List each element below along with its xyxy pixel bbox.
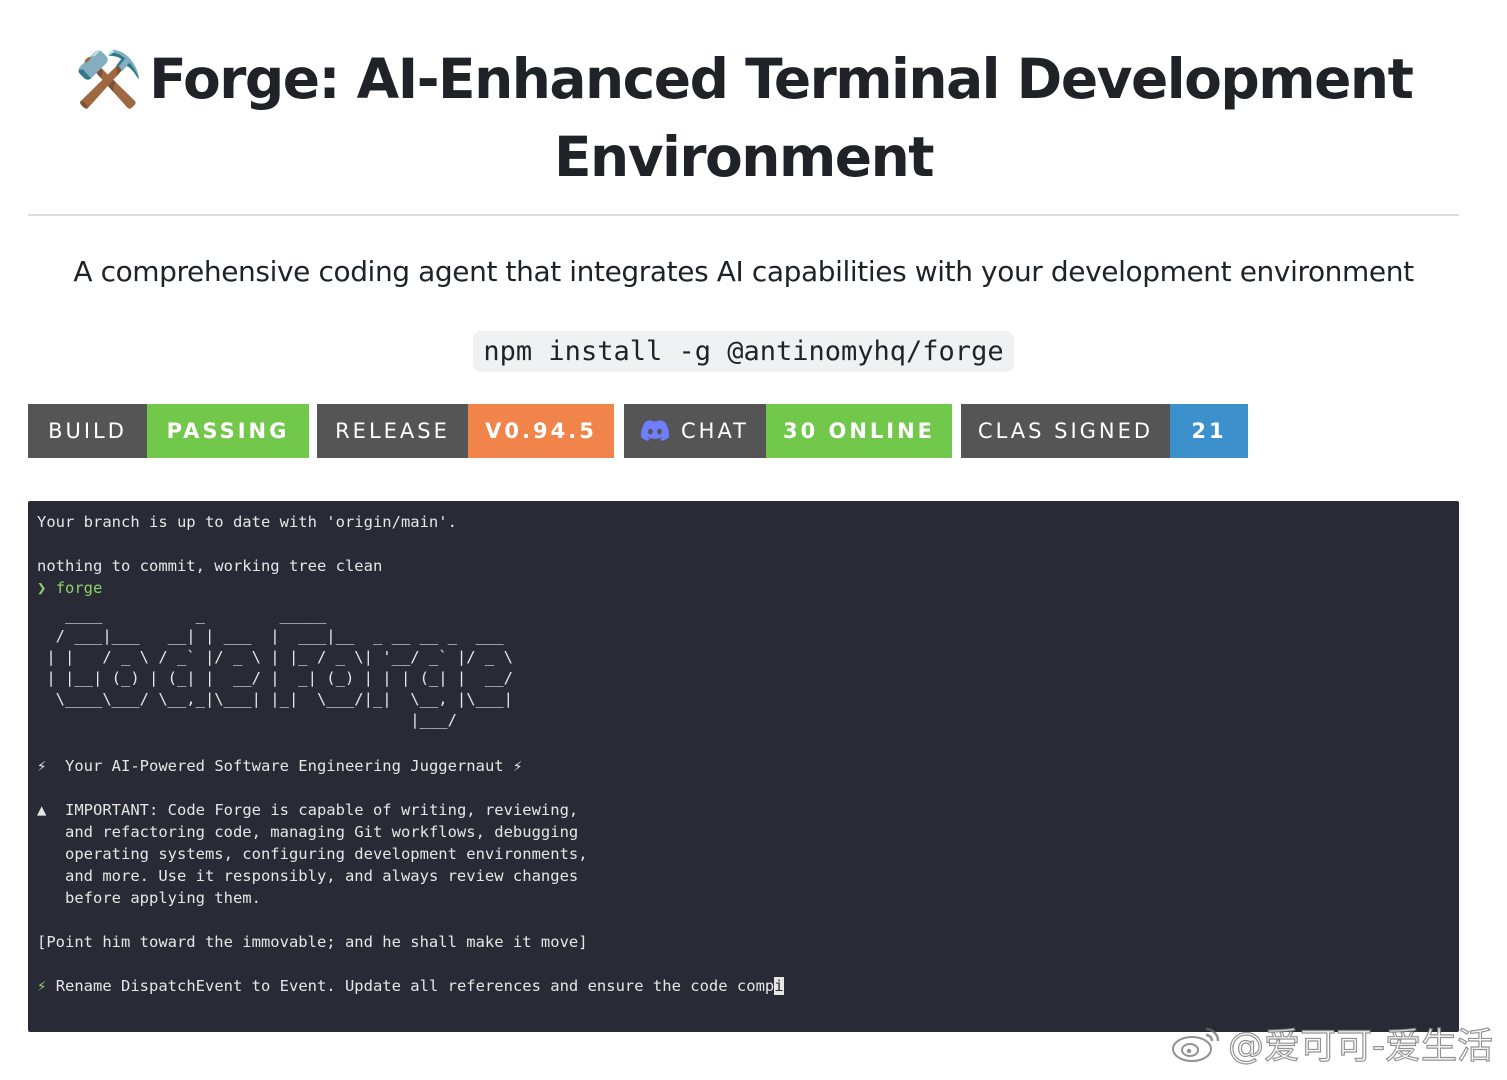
chat-badge[interactable]: CHAT 30 ONLINE — [624, 404, 952, 458]
cla-badge[interactable]: CLAS SIGNED 21 — [961, 404, 1248, 458]
title-divider — [28, 214, 1459, 216]
terminal-important-line-3: operating systems, configuring developme… — [37, 843, 588, 865]
terminal-important-line-1: ▲ IMPORTANT: Code Forge is capable of wr… — [37, 799, 578, 821]
important-text-1: IMPORTANT: Code Forge is capable of writ… — [65, 801, 579, 819]
prompt-chevron-icon: ❯ — [37, 579, 47, 597]
terminal-important-line-2: and refactoring code, managing Git workf… — [37, 821, 578, 843]
cla-badge-value: 21 — [1170, 404, 1248, 458]
terminal-input-line[interactable]: ⚡ Rename DispatchEvent to Event. Update … — [37, 975, 784, 997]
terminal-important-line-5: before applying them. — [37, 887, 261, 909]
build-badge-value: PASSING — [147, 404, 309, 458]
chat-badge-value: 30 ONLINE — [766, 404, 952, 458]
chat-badge-label-wrap: CHAT — [624, 404, 766, 458]
build-badge-label: BUILD — [28, 404, 147, 458]
install-command-block: npm install -g @antinomyhq/forge — [28, 331, 1459, 372]
input-lightning-icon: ⚡ — [37, 977, 47, 995]
project-description: A comprehensive coding agent that integr… — [73, 255, 1414, 288]
terminal-window: Your branch is up to date with 'origin/m… — [28, 501, 1459, 1032]
terminal-input-text: Rename DispatchEvent to Event. Update al… — [55, 977, 775, 995]
terminal-tagline: ⚡ Your AI-Powered Software Engineering J… — [37, 755, 522, 777]
watermark: @爱可可-爱生活 — [1170, 1020, 1494, 1068]
lightning-icon-trailing: ⚡ — [512, 757, 523, 775]
terminal-branch-status: Your branch is up to date with 'origin/m… — [37, 513, 457, 531]
weibo-icon — [1172, 1027, 1220, 1062]
lightning-icon: ⚡ — [37, 757, 47, 775]
release-badge-label: RELEASE — [317, 404, 468, 458]
forge-ascii-logo: ____ _ _____ / ___|___ __| | ___ | ___|_… — [46, 606, 513, 729]
install-command: npm install -g @antinomyhq/forge — [473, 331, 1014, 372]
terminal-cursor: i — [774, 977, 784, 995]
cla-badge-label: CLAS SIGNED — [961, 404, 1170, 458]
hammer-and-pick-icon: ⚒️ — [74, 47, 144, 111]
release-badge[interactable]: RELEASE V0.94.5 — [317, 404, 614, 458]
important-text-3: operating systems, configuring developme… — [65, 845, 588, 863]
watermark-text: @爱可可-爱生活 — [1227, 1025, 1493, 1067]
prompt-command: forge — [55, 579, 103, 597]
terminal-important-line-4: and more. Use it responsibly, and always… — [37, 865, 578, 887]
important-text-5: before applying them. — [65, 889, 261, 907]
tagline-text: Your AI-Powered Software Engineering Jug… — [65, 757, 504, 775]
warning-icon: ▲ — [37, 801, 47, 819]
page-title: ⚒️ Forge: AI-Enhanced Terminal Developmen… — [28, 40, 1459, 196]
terminal-prompt: ❯ forge — [37, 577, 102, 599]
release-badge-value: V0.94.5 — [468, 404, 614, 458]
chat-badge-label: CHAT — [680, 419, 750, 443]
terminal-commit-status: nothing to commit, working tree clean — [37, 557, 383, 575]
page-title-text: Forge: AI-Enhanced Terminal Development … — [149, 47, 1414, 189]
build-badge[interactable]: BUILD PASSING — [28, 404, 309, 458]
discord-icon — [641, 420, 669, 441]
important-text-4: and more. Use it responsibly, and always… — [65, 867, 579, 885]
important-text-2: and refactoring code, managing Git workf… — [65, 823, 579, 841]
terminal-quote: [Point him toward the immovable; and he … — [37, 933, 588, 951]
